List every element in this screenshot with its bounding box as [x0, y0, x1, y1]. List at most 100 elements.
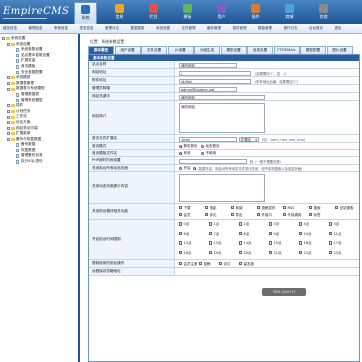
time-limit-checkbox[interactable]: [299, 222, 303, 226]
close-module-checkbox[interactable]: [283, 212, 287, 217]
description-textarea[interactable]: 我的网站: [179, 103, 265, 133]
time-limit-checkbox[interactable]: [269, 250, 273, 255]
tab-5[interactable]: 模型设置: [220, 46, 247, 54]
quick-menu-item[interactable]: 管理评论: [105, 26, 119, 31]
expand-toggle-icon[interactable]: [7, 137, 10, 141]
time-limit-checkbox[interactable]: [179, 222, 183, 226]
index-template-on-radio[interactable]: [179, 151, 183, 155]
time-limit-checkbox[interactable]: [209, 241, 213, 245]
index-ext-input[interactable]: .html: [179, 136, 237, 142]
time-limit-checkbox[interactable]: [329, 222, 333, 226]
expand-toggle-icon[interactable]: [7, 42, 10, 46]
expand-toggle-icon[interactable]: [2, 37, 5, 41]
tab-0[interactable]: 基本属性: [88, 46, 114, 54]
quick-menu-item[interactable]: 签发信息: [80, 26, 94, 31]
top-tab-6[interactable]: 商城: [278, 2, 301, 24]
time-limit-checkbox[interactable]: [329, 241, 333, 245]
tab-8[interactable]: 模型配置: [300, 46, 326, 54]
time-limit-checkbox[interactable]: [179, 250, 183, 255]
close-module-checkbox[interactable]: [231, 205, 235, 210]
time-limit-checkbox[interactable]: [209, 250, 213, 255]
attach-url-input[interactable]: /d/file/: [179, 78, 251, 84]
admin-email-input[interactable]: admin@phome.net: [179, 86, 237, 92]
top-tab-1[interactable]: 信息: [108, 2, 131, 24]
close-dynamic-off-radio[interactable]: [193, 166, 197, 170]
tab-4[interactable]: 分组生成: [194, 46, 220, 54]
tab-7[interactable]: FTP/EMAIL: [273, 46, 300, 54]
tab-9[interactable]: 图片设置: [326, 46, 353, 54]
quick-menu-item[interactable]: 后台首页: [309, 26, 323, 31]
time-limit-checkbox[interactable]: [209, 222, 213, 226]
top-tab-3[interactable]: 模板: [176, 2, 199, 24]
expand-toggle-icon[interactable]: [7, 76, 10, 80]
time-limit-checkbox[interactable]: [269, 231, 273, 236]
close-module-checkbox[interactable]: [205, 205, 209, 210]
time-limit-checkbox[interactable]: [269, 222, 273, 226]
index-template-off-radio[interactable]: [201, 151, 205, 155]
quick-menu-item[interactable]: 审核信息: [54, 26, 68, 31]
close-module-checkbox[interactable]: [231, 212, 235, 217]
time-limit-checkbox[interactable]: [299, 250, 303, 255]
quick-menu-item[interactable]: 插件管理: [233, 26, 247, 31]
index-mode-dynamic-radio[interactable]: [201, 144, 205, 148]
quick-menu-item[interactable]: 缓存管理: [207, 26, 221, 31]
sidebar-item[interactable]: 执行SQL语句: [0, 159, 78, 165]
limit-op-checkbox[interactable]: [219, 262, 223, 266]
expand-toggle-icon[interactable]: [7, 121, 10, 125]
quick-menu-item[interactable]: 操作日志: [284, 26, 298, 31]
close-module-checkbox[interactable]: [257, 212, 261, 217]
quick-menu-item[interactable]: 管理信息: [29, 26, 43, 31]
time-limit-checkbox[interactable]: [299, 241, 303, 245]
close-module-checkbox[interactable]: [179, 205, 183, 210]
quick-menu-item[interactable]: 增加信息: [3, 26, 17, 31]
limit-op-checkbox[interactable]: [179, 262, 183, 266]
keywords-input[interactable]: 我的网站: [179, 94, 265, 100]
time-limit-checkbox[interactable]: [179, 241, 183, 245]
index-mode-static-radio[interactable]: [179, 144, 183, 148]
tab-1[interactable]: 用户设置: [114, 46, 141, 54]
time-limit-checkbox[interactable]: [239, 222, 243, 226]
close-dynamic-on-radio[interactable]: [179, 166, 183, 170]
time-limit-checkbox[interactable]: [239, 250, 243, 255]
time-limit-checkbox[interactable]: [299, 231, 303, 236]
expand-toggle-icon[interactable]: [7, 110, 10, 114]
limit-op-checkbox[interactable]: [199, 262, 203, 266]
quick-menu-item[interactable]: 文件管理: [182, 26, 196, 31]
quick-menu-item[interactable]: 数据更新: [131, 26, 145, 31]
time-limit-checkbox[interactable]: [329, 231, 333, 236]
time-limit-checkbox[interactable]: [239, 241, 243, 245]
top-tab-5[interactable]: 插件: [244, 2, 267, 24]
expand-toggle-icon[interactable]: [7, 87, 10, 91]
expand-toggle-icon[interactable]: [7, 104, 10, 108]
site-url-input[interactable]: /: [179, 70, 251, 76]
index-ext-select[interactable]: 扩展名: [239, 136, 259, 142]
quick-menu-item[interactable]: 模板管理: [258, 26, 272, 31]
expand-toggle-icon[interactable]: [7, 115, 10, 119]
site-name-input[interactable]: 我的网站: [179, 62, 237, 68]
limit-op-checkbox[interactable]: [239, 262, 243, 266]
tab-6[interactable]: 信息设置: [247, 46, 273, 54]
close-module-checkbox[interactable]: [309, 212, 313, 217]
time-limit-checkbox[interactable]: [329, 250, 333, 255]
quick-menu-item[interactable]: 系统设置: [156, 26, 170, 31]
top-tab-2[interactable]: 栏目: [142, 2, 165, 24]
top-tab-0[interactable]: 系统: [74, 2, 97, 24]
top-tab-4[interactable]: 用户: [210, 2, 233, 24]
close-module-checkbox[interactable]: [335, 205, 339, 210]
quick-menu-item[interactable]: 退出: [335, 26, 342, 31]
close-tip-textarea[interactable]: [179, 174, 265, 202]
close-module-checkbox[interactable]: [205, 212, 209, 217]
close-module-checkbox[interactable]: [257, 205, 261, 210]
tab-2[interactable]: 文件设置: [141, 46, 167, 54]
close-module-checkbox[interactable]: [283, 205, 287, 210]
close-module-checkbox[interactable]: [179, 212, 183, 217]
time-limit-checkbox[interactable]: [239, 231, 243, 236]
time-limit-checkbox[interactable]: [269, 241, 273, 245]
top-tab-7[interactable]: 其他: [312, 2, 335, 24]
time-limit-checkbox[interactable]: [209, 231, 213, 236]
expand-toggle-icon[interactable]: [7, 82, 10, 86]
expand-toggle-icon[interactable]: [7, 132, 10, 136]
expand-toggle-icon[interactable]: [7, 126, 10, 130]
close-module-checkbox[interactable]: [309, 205, 313, 210]
tab-3[interactable]: JS设置: [167, 46, 194, 54]
